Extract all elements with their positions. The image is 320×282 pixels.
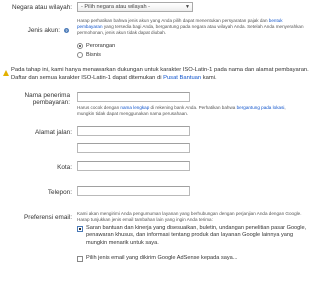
account-type-individual-label[interactable]: Perorangan bbox=[86, 43, 115, 49]
account-type-individual-radio[interactable] bbox=[77, 43, 83, 49]
payee-name-label: Nama penerima pembayaran: bbox=[24, 92, 70, 106]
email-pref-checkbox-1[interactable] bbox=[77, 226, 83, 232]
account-type-help: Harap perhatikan bahwa jenis akun yang A… bbox=[77, 18, 304, 35]
email-pref-option1[interactable]: Saran bantuan dan kinerja yang disesuaik… bbox=[86, 225, 310, 248]
street-address-line1-input[interactable] bbox=[77, 126, 190, 136]
info-icon[interactable]: ? bbox=[64, 28, 69, 33]
payee-name-help: Harus cocok dengan nama lengkap di reken… bbox=[77, 105, 286, 116]
email-pref-option2[interactable]: Pilih jenis email yang dikirim Google Ad… bbox=[86, 255, 310, 261]
email-pref-checkbox-2[interactable] bbox=[77, 256, 83, 262]
payee-name-input[interactable] bbox=[77, 92, 190, 102]
account-type-business-label[interactable]: Bisnis bbox=[86, 52, 101, 58]
street-address-line2-input[interactable] bbox=[77, 143, 190, 153]
country-label: Negara atau wilayah: bbox=[11, 4, 72, 11]
email-pref-intro: Kami akan mengirimi Anda pengumuman laya… bbox=[77, 211, 302, 222]
account-type-business-radio[interactable] bbox=[77, 52, 83, 58]
phone-input[interactable] bbox=[77, 186, 190, 196]
location-link[interactable]: bergantung pada lokasi bbox=[237, 105, 285, 110]
city-input[interactable] bbox=[77, 161, 190, 171]
street-address-label: Alamat jalan: bbox=[35, 129, 72, 136]
chevron-down-icon: ▼ bbox=[185, 4, 190, 10]
warning-icon bbox=[3, 70, 9, 76]
phone-label: Telepon: bbox=[47, 189, 72, 196]
full-name-link[interactable]: nama lengkap bbox=[120, 105, 149, 110]
email-pref-label: Preferensi email: bbox=[24, 214, 72, 221]
country-select[interactable]: - Pilih negara atau wilayah - ▼ bbox=[77, 2, 193, 12]
charset-notice: Pada tahap ini, kami hanya menawarkan du… bbox=[11, 67, 309, 81]
city-label: Kota: bbox=[57, 164, 72, 171]
help-center-link[interactable]: Pusat Bantuan bbox=[163, 75, 201, 81]
country-select-value: - Pilih negara atau wilayah - bbox=[81, 4, 151, 10]
account-type-label: Jenis akun: bbox=[27, 27, 60, 34]
